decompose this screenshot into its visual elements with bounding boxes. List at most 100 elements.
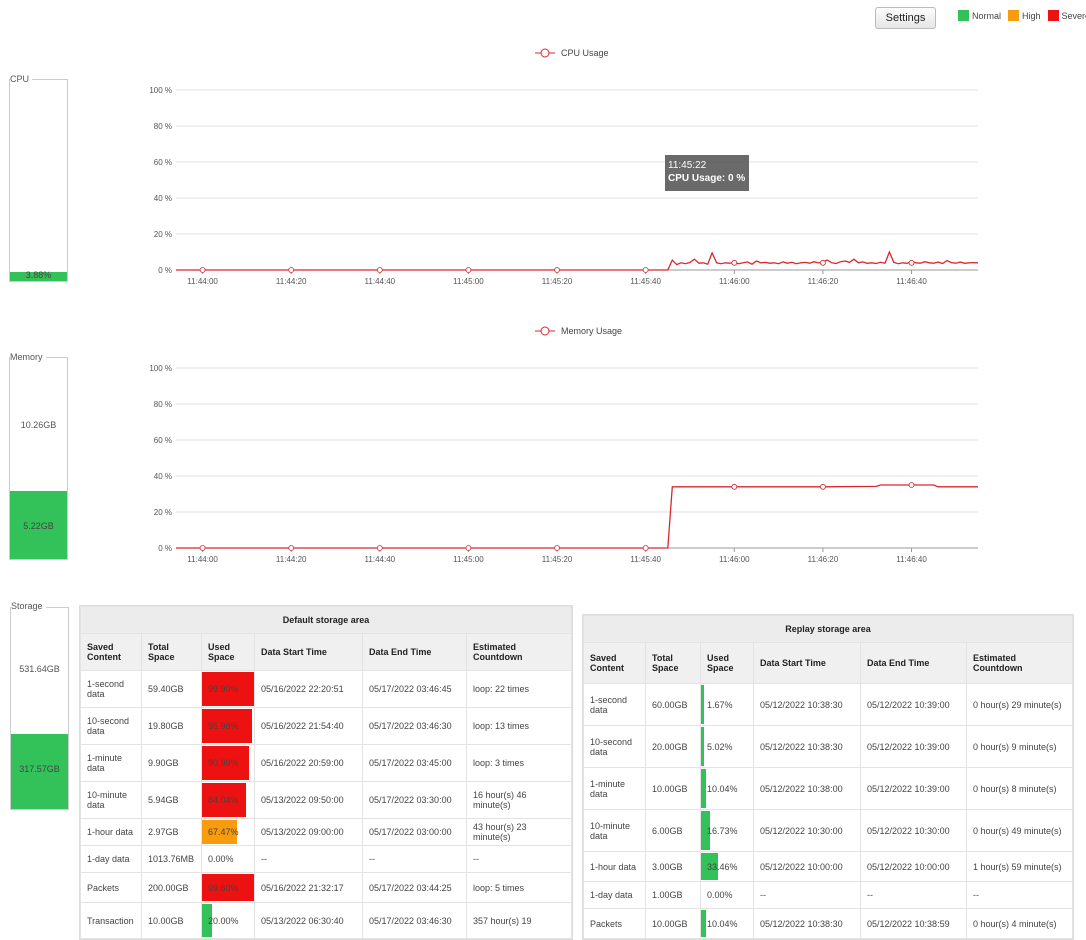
- row-used-space: 20.00%: [201, 902, 255, 939]
- y-tick-label: 80 %: [154, 122, 172, 131]
- row-data-start-time: 05/16/2022 22:20:51: [254, 670, 363, 708]
- cpu-tooltip: 11:45:22 CPU Usage: 0 %: [665, 155, 749, 191]
- col-estimated-countdown: Estimated Countdown: [466, 633, 572, 671]
- table-row: 1-day data 1013.76MB 0.00% -- -- --: [80, 845, 572, 873]
- data-point: [288, 267, 295, 273]
- table-row: 10-minute data 5.94GB 84.04% 05/13/2022 09:…: [80, 781, 572, 819]
- legend-label-normal: Normal: [972, 10, 1002, 21]
- cpu-chart-svg: CPU Usage 100 % 80 % 60 % 40 % 20 % 0 % 11:44:0…: [149, 48, 979, 286]
- used-space-percent: 10.04%: [707, 918, 738, 929]
- row-saved-content: 1-minute data: [583, 767, 646, 810]
- replay-storage-table: Replay storage area Saved Content Total …: [582, 614, 1074, 940]
- row-used-space: 0.00%: [201, 845, 255, 873]
- col-data-end-time: Data End Time: [362, 633, 467, 671]
- row-data-start-time: 05/13/2022 06:30:40: [254, 902, 363, 939]
- data-point: [465, 545, 472, 551]
- row-data-start-time: --: [254, 845, 363, 873]
- row-saved-content: 1-minute data: [80, 744, 142, 782]
- replay-storage-rows: 1-second data 60.00GB 1.67% 05/12/2022 10:3…: [583, 683, 1073, 939]
- y-tick-label: 100 %: [149, 86, 172, 95]
- x-tick-label: 11:46:00: [719, 555, 750, 564]
- x-tick-label: 11:44:40: [365, 277, 396, 286]
- chart-legend-label: Memory Usage: [561, 326, 622, 336]
- row-data-start-time: 05/16/2022 21:54:40: [254, 707, 363, 745]
- cpu-gauge: 3.88%: [9, 79, 68, 282]
- x-tick-label: 11:44:00: [187, 277, 218, 286]
- row-data-end-time: --: [362, 845, 467, 873]
- row-saved-content: Packets: [80, 872, 142, 903]
- row-estimated-countdown: 0 hour(s) 8 minute(s): [966, 767, 1073, 810]
- row-total-space: 20.00GB: [645, 725, 701, 768]
- row-saved-content: Packets: [583, 908, 646, 939]
- x-tick-label: 11:46:20: [808, 277, 839, 286]
- row-total-space: 3.00GB: [645, 851, 701, 882]
- table-row: Packets 200.00GB 99.60% 05/16/2022 21:32:17…: [80, 872, 572, 903]
- data-point: [376, 545, 383, 551]
- data-point: [288, 545, 295, 551]
- cpu-gauge-title: CPU: [10, 74, 33, 84]
- data-point: [376, 267, 383, 273]
- data-point: [199, 267, 206, 273]
- row-estimated-countdown: 16 hour(s) 46 minute(s): [466, 781, 572, 819]
- row-saved-content: 1-second data: [80, 670, 142, 708]
- row-used-space: 5.02%: [700, 725, 754, 768]
- row-saved-content: 1-hour data: [80, 818, 142, 846]
- used-space-percent: 5.02%: [707, 741, 733, 752]
- row-total-space: 60.00GB: [645, 683, 701, 726]
- col-saved-content: Saved Content: [80, 633, 142, 671]
- row-total-space: 10.00GB: [645, 908, 701, 939]
- row-estimated-countdown: 1 hour(s) 59 minute(s): [966, 851, 1073, 882]
- y-tick-label: 40 %: [154, 472, 172, 481]
- col-saved-content: Saved Content: [583, 642, 646, 684]
- row-data-start-time: 05/12/2022 10:38:00: [753, 767, 861, 810]
- row-estimated-countdown: loop: 13 times: [466, 707, 572, 745]
- row-total-space: 1.00GB: [645, 881, 701, 909]
- table-row: 1-hour data 3.00GB 33.46% 05/12/2022 10:00:…: [583, 851, 1073, 882]
- row-used-space: 90.99%: [201, 744, 255, 782]
- used-space-percent: 99.90%: [208, 684, 239, 694]
- row-used-space: 10.04%: [700, 767, 754, 810]
- y-tick-label: 100 %: [149, 364, 172, 373]
- used-space-percent: 10.04%: [707, 783, 738, 794]
- y-tick-label: 20 %: [154, 230, 172, 239]
- row-used-space: 1.67%: [700, 683, 754, 726]
- col-used-space: Used Space: [700, 642, 754, 684]
- col-total-space: Total Space: [141, 633, 202, 671]
- row-data-end-time: 05/17/2022 03:30:00: [362, 781, 467, 819]
- table-row: 1-hour data 2.97GB 67.47% 05/13/2022 09:00:…: [80, 818, 572, 846]
- row-data-start-time: 05/12/2022 10:38:30: [753, 908, 861, 939]
- data-point: [908, 482, 915, 488]
- y-tick-label: 20 %: [154, 508, 172, 517]
- row-saved-content: 10-second data: [583, 725, 646, 768]
- table-row: 10-minute data 6.00GB 16.73% 05/12/2022 10:…: [583, 809, 1073, 852]
- legend-swatch-normal: [958, 10, 969, 21]
- table-row: 1-second data 60.00GB 1.67% 05/12/2022 10:3…: [583, 683, 1073, 726]
- x-tick-label: 11:46:40: [896, 555, 927, 564]
- default-storage-table: Default storage area Saved Content Total…: [79, 605, 573, 940]
- data-point: [554, 267, 560, 273]
- legend-swatch-high: [1008, 10, 1020, 21]
- x-tick-label: 11:45:40: [630, 555, 661, 564]
- row-data-start-time: 05/12/2022 10:30:00: [753, 809, 861, 852]
- row-total-space: 19.80GB: [141, 707, 202, 745]
- memory-gauge: 10.26GB 5.22GB: [9, 357, 68, 560]
- tooltip-time: 11:45:22: [668, 160, 707, 171]
- row-used-space: 10.04%: [700, 908, 754, 939]
- row-estimated-countdown: --: [966, 881, 1073, 909]
- data-point: [554, 545, 560, 551]
- row-data-end-time: 05/17/2022 03:46:30: [362, 707, 467, 745]
- settings-button[interactable]: Settings: [875, 7, 936, 29]
- legend-marker: [540, 48, 550, 58]
- col-total-space: Total Space: [645, 642, 701, 684]
- x-tick-label: 11:45:00: [453, 277, 484, 286]
- x-tick-label: 11:46:20: [808, 555, 839, 564]
- data-point: [642, 545, 649, 551]
- row-saved-content: 10-minute data: [583, 809, 646, 852]
- data-point: [908, 259, 915, 266]
- x-tick-label: 11:46:40: [896, 277, 927, 286]
- data-point: [731, 483, 738, 490]
- used-space-percent: 0.00%: [208, 854, 234, 864]
- row-estimated-countdown: --: [466, 845, 572, 873]
- row-data-end-time: 05/12/2022 10:38:59: [860, 908, 967, 939]
- table-row: 1-day data 1.00GB 0.00% -- -- --: [583, 881, 1073, 909]
